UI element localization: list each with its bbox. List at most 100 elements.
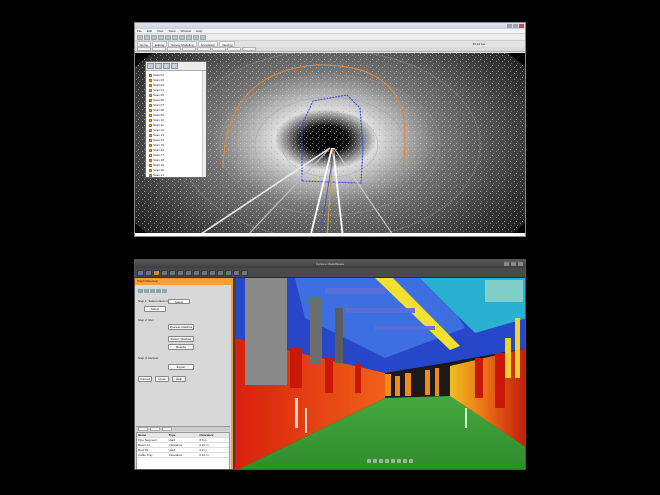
table-cell: 0.0 m	[199, 438, 207, 442]
close-button[interactable]	[519, 24, 524, 28]
folder-icon	[149, 109, 152, 112]
nav-button[interactable]	[391, 459, 395, 463]
nav-button[interactable]	[385, 459, 389, 463]
tree-tool-button[interactable]	[171, 63, 178, 69]
panel-tool-icon[interactable]	[144, 289, 149, 293]
nav-button[interactable]	[397, 459, 401, 463]
tool-button[interactable]	[209, 270, 216, 276]
window-titlebar	[135, 23, 525, 29]
tool-button[interactable]	[185, 270, 192, 276]
table-row[interactable]: Cable Tray Clearance 0.10 m	[137, 453, 229, 458]
process-clashes-button[interactable]: Process Clashes	[168, 324, 194, 330]
command-button[interactable]	[152, 47, 166, 51]
menu-file[interactable]: File	[137, 29, 142, 33]
folder-icon	[149, 99, 152, 102]
tool-button[interactable]	[217, 270, 224, 276]
panel-tab[interactable]	[162, 427, 172, 431]
export-button[interactable]: Export	[168, 364, 194, 370]
window-controls	[504, 262, 523, 266]
cancel-button[interactable]: Cancel	[138, 376, 152, 382]
maximize-button[interactable]	[513, 24, 518, 28]
select-box[interactable]: Select	[168, 299, 190, 304]
fps-readout: 25.12 fps	[472, 42, 485, 46]
minimize-button[interactable]	[504, 262, 509, 266]
tree-scrollbar[interactable]	[202, 71, 206, 177]
tool-button[interactable]	[158, 35, 164, 40]
table-cell: Cable Tray	[138, 453, 153, 457]
tree-item[interactable]: Scan 21	[149, 173, 206, 178]
screenshot-collage: File Edit View Tools Window Help Home Ed…	[0, 0, 660, 495]
folder-icon	[149, 84, 152, 87]
tree-tool-button[interactable]	[155, 63, 162, 69]
panel-tool-icon[interactable]	[150, 289, 155, 293]
command-button[interactable]	[212, 47, 226, 51]
tool-button[interactable]	[169, 270, 176, 276]
tool-button[interactable]	[151, 35, 157, 40]
step-2-label: Step 2: Run	[138, 318, 154, 322]
folder-icon	[149, 134, 152, 137]
tool-button[interactable]	[193, 35, 199, 40]
menu-edit[interactable]: Edit	[147, 29, 152, 33]
tool-button-active[interactable]	[153, 270, 160, 276]
tool-button[interactable]	[200, 35, 206, 40]
tool-button[interactable]	[165, 35, 171, 40]
command-button[interactable]	[167, 47, 181, 51]
tool-button[interactable]	[233, 270, 240, 276]
select-button[interactable]: Select	[144, 306, 166, 312]
col-header[interactable]: Type	[168, 433, 199, 437]
panel-tool-icon[interactable]	[156, 289, 161, 293]
tool-button[interactable]	[144, 35, 150, 40]
command-button[interactable]	[242, 47, 256, 51]
menu-help[interactable]: Help	[196, 29, 202, 33]
detect-clashes-button[interactable]: Detect Clashes	[168, 336, 194, 342]
menu-tools[interactable]: Tools	[168, 29, 175, 33]
tool-button[interactable]	[225, 270, 232, 276]
column-2	[310, 298, 322, 363]
panel-tab[interactable]	[150, 427, 160, 431]
close-panel-button[interactable]: Close	[155, 376, 169, 382]
menu-view[interactable]: View	[157, 29, 163, 33]
col-header[interactable]: Clearance	[198, 433, 229, 437]
tool-button[interactable]	[179, 35, 185, 40]
tool-button[interactable]	[137, 35, 143, 40]
command-button[interactable]	[137, 47, 151, 51]
tool-button[interactable]	[193, 270, 200, 276]
tool-button[interactable]	[177, 270, 184, 276]
clash-3d-viewport[interactable]	[235, 278, 525, 469]
command-button[interactable]	[197, 47, 211, 51]
tool-button[interactable]	[186, 35, 192, 40]
results-button[interactable]: Results	[168, 344, 194, 350]
table-cell: 0.10 m	[199, 453, 209, 457]
minimize-button[interactable]	[507, 24, 512, 28]
table-cell: Clearance	[168, 453, 183, 457]
clash-results-table: Name Type Clearance Pipe Segment Hard 0.0 …	[136, 432, 230, 469]
col-header[interactable]: Name	[137, 433, 168, 437]
tool-button[interactable]	[137, 270, 144, 276]
nav-button[interactable]	[403, 459, 407, 463]
nav-button[interactable]	[409, 459, 413, 463]
tool-button[interactable]	[241, 270, 248, 276]
close-button[interactable]	[518, 262, 523, 266]
tree-item-label: Scan 21	[153, 173, 165, 177]
panel-tab[interactable]	[138, 427, 148, 431]
nav-button[interactable]	[373, 459, 377, 463]
command-button[interactable]	[227, 47, 241, 51]
nav-button[interactable]	[379, 459, 383, 463]
table-cell: 0.15 m	[199, 443, 209, 447]
tool-button[interactable]	[145, 270, 152, 276]
tree-tool-button[interactable]	[147, 63, 154, 69]
tool-button[interactable]	[172, 35, 178, 40]
help-button[interactable]: Help	[172, 376, 186, 382]
panel-tool-icon[interactable]	[138, 289, 143, 293]
tool-button[interactable]	[161, 270, 168, 276]
command-button[interactable]	[182, 47, 196, 51]
clash-panel: Clash Detection Select Step 1: Select cl…	[135, 278, 233, 469]
nav-button[interactable]	[367, 459, 371, 463]
folder-icon	[149, 89, 152, 92]
maximize-button[interactable]	[511, 262, 516, 266]
menu-window[interactable]: Window	[180, 29, 191, 33]
tool-button[interactable]	[201, 270, 208, 276]
panel-tool-icon[interactable]	[162, 289, 167, 293]
pointcloud-viewport[interactable]: Scan 01 Scan 02 Scan 03 Scan 04 Scan 05 Scan …	[135, 53, 525, 236]
tree-tool-button[interactable]	[163, 63, 170, 69]
